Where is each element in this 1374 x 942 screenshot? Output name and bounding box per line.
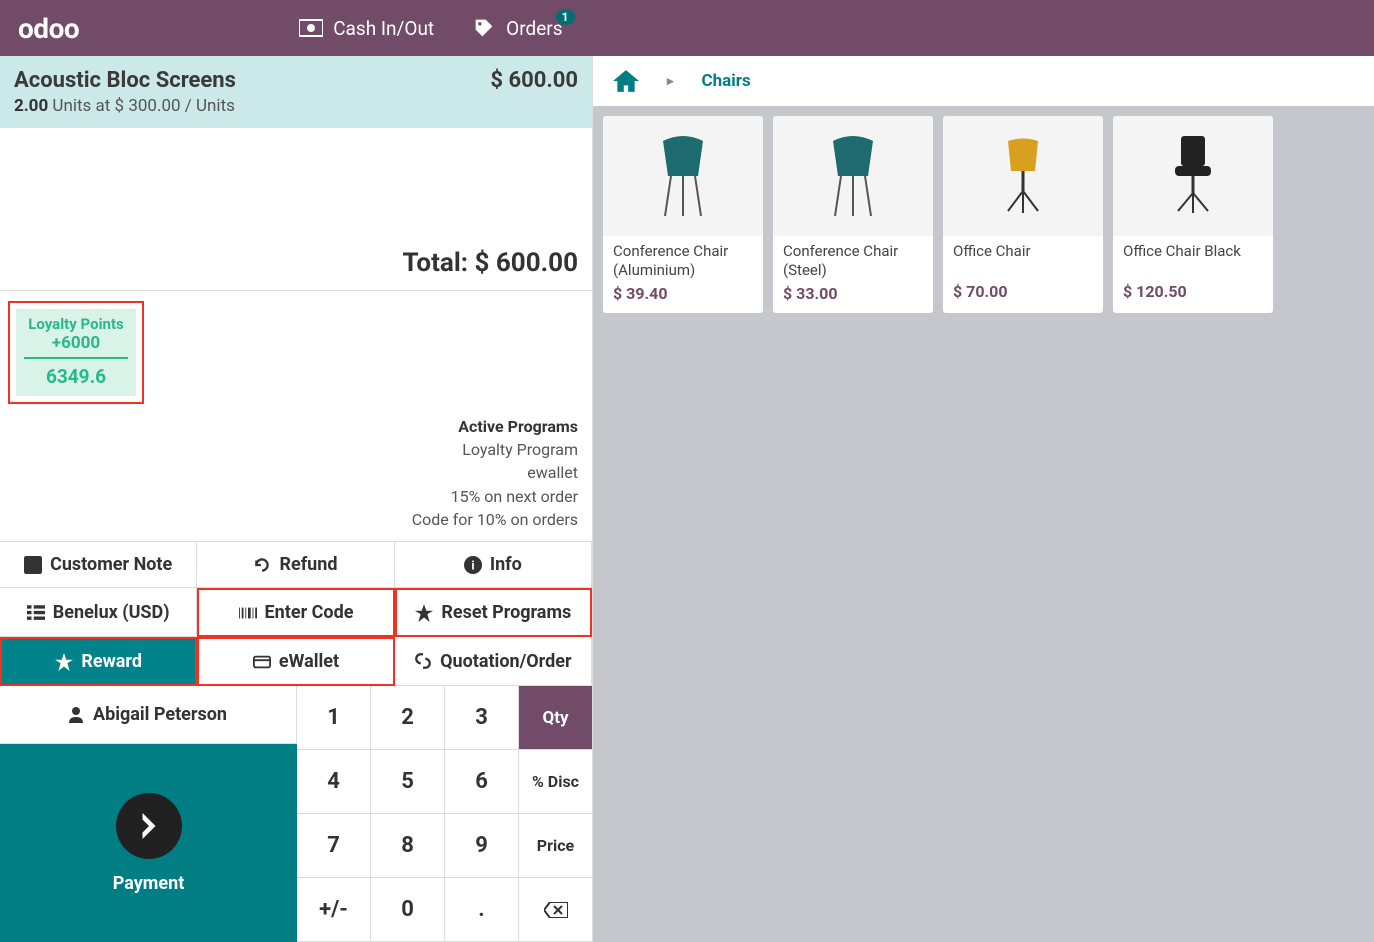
note-icon <box>24 556 42 574</box>
home-icon[interactable] <box>613 70 639 92</box>
numpad-backspace[interactable] <box>519 878 593 942</box>
program-item: Loyalty Program <box>14 438 578 461</box>
numpad-sign[interactable]: +/- <box>297 878 371 942</box>
tag-icon <box>472 18 496 38</box>
chair-icon <box>813 131 893 221</box>
loyalty-label: Loyalty Points <box>24 315 128 333</box>
numpad-8[interactable]: 8 <box>371 814 445 878</box>
product-card[interactable]: Conference Chair (Steel) $ 33.00 <box>773 116 933 313</box>
backspace-icon <box>544 902 568 918</box>
order-line[interactable]: Acoustic Bloc Screens 2.00 Units at $ 30… <box>0 56 592 128</box>
numpad-4[interactable]: 4 <box>297 750 371 814</box>
program-item: 15% on next order <box>14 485 578 508</box>
pricelist-button[interactable]: Benelux (USD) <box>0 588 197 637</box>
office-chair-icon <box>1153 131 1233 221</box>
breadcrumb-category[interactable]: Chairs <box>702 71 751 91</box>
product-name: Conference Chair (Aluminium) <box>603 236 763 282</box>
link-icon <box>414 652 432 670</box>
loyalty-total: 6349.6 <box>24 357 128 388</box>
info-button[interactable]: i Info <box>395 542 592 588</box>
numpad-3[interactable]: 3 <box>445 686 519 750</box>
program-item: Code for 10% on orders <box>14 508 578 531</box>
breadcrumb: ▸ Chairs <box>593 56 1374 106</box>
product-card[interactable]: Office Chair $ 70.00 <box>943 116 1103 313</box>
numpad: 1 2 3 Qty 4 5 6 % Disc 7 8 9 Price +/- 0… <box>297 686 593 942</box>
reward-button[interactable]: Reward <box>0 637 197 686</box>
undo-icon <box>253 556 271 574</box>
loyalty-add: +6000 <box>24 333 128 353</box>
enter-code-button[interactable]: Enter Code <box>197 588 394 637</box>
program-item: ewallet <box>14 461 578 484</box>
logo: odoo <box>18 12 79 45</box>
refund-button[interactable]: Refund <box>197 542 394 588</box>
numpad-5[interactable]: 5 <box>371 750 445 814</box>
product-price: $ 70.00 <box>943 280 1103 311</box>
office-chair-icon <box>983 131 1063 221</box>
reset-programs-button[interactable]: Reset Programs <box>395 588 592 637</box>
programs-head: Active Programs <box>14 415 578 438</box>
orderline-sub: 2.00 Units at $ 300.00 / Units <box>14 96 236 116</box>
product-price: $ 39.40 <box>603 282 763 313</box>
orderline-price: $ 600.00 <box>490 68 578 93</box>
product-card[interactable]: Conference Chair (Aluminium) $ 39.40 <box>603 116 763 313</box>
orders-label: Orders <box>506 17 562 40</box>
quotation-button[interactable]: Quotation/Order <box>395 637 592 686</box>
product-name: Office Chair Black <box>1113 236 1273 280</box>
active-programs: Active Programs Loyalty Program ewallet … <box>0 405 592 541</box>
product-name: Office Chair <box>943 236 1103 280</box>
numpad-9[interactable]: 9 <box>445 814 519 878</box>
product-price: $ 33.00 <box>773 282 933 313</box>
star-icon <box>55 653 73 671</box>
svg-text:i: i <box>471 559 474 573</box>
topbar: odoo Cash In/Out 1 Orders <box>0 0 1374 56</box>
numpad-price[interactable]: Price <box>519 814 593 878</box>
payment-button[interactable]: Payment <box>0 744 297 942</box>
numpad-2[interactable]: 2 <box>371 686 445 750</box>
product-name: Conference Chair (Steel) <box>773 236 933 282</box>
total-row: Total: $ 600.00 <box>0 238 592 291</box>
user-icon <box>69 707 83 723</box>
customer-button[interactable]: Abigail Peterson <box>0 686 297 743</box>
cash-icon <box>299 18 323 38</box>
cash-in-out-button[interactable]: Cash In/Out <box>299 17 434 40</box>
orders-button[interactable]: 1 Orders <box>472 17 562 40</box>
product-card[interactable]: Office Chair Black $ 120.50 <box>1113 116 1273 313</box>
numpad-0[interactable]: 0 <box>371 878 445 942</box>
card-icon <box>253 653 271 671</box>
loyalty-points-box: Loyalty Points +6000 6349.6 <box>8 301 144 404</box>
product-price: $ 120.50 <box>1113 280 1273 311</box>
numpad-disc[interactable]: % Disc <box>519 750 593 814</box>
orderline-name: Acoustic Bloc Screens <box>14 68 236 93</box>
numpad-1[interactable]: 1 <box>297 686 371 750</box>
list-icon <box>27 603 45 621</box>
numpad-dot[interactable]: . <box>445 878 519 942</box>
numpad-7[interactable]: 7 <box>297 814 371 878</box>
info-icon: i <box>464 556 482 574</box>
chevron-right-icon <box>136 813 162 839</box>
numpad-qty[interactable]: Qty <box>519 686 593 750</box>
chair-icon <box>643 131 723 221</box>
ewallet-button[interactable]: eWallet <box>197 637 394 686</box>
product-grid: Conference Chair (Aluminium) $ 39.40 Con… <box>593 106 1374 323</box>
orders-badge: 1 <box>556 9 575 25</box>
chevron-right-icon: ▸ <box>667 74 674 89</box>
customer-note-button[interactable]: Customer Note <box>0 542 197 588</box>
numpad-6[interactable]: 6 <box>445 750 519 814</box>
cash-label: Cash In/Out <box>333 17 434 40</box>
star-icon <box>415 604 433 622</box>
barcode-icon <box>239 604 257 622</box>
